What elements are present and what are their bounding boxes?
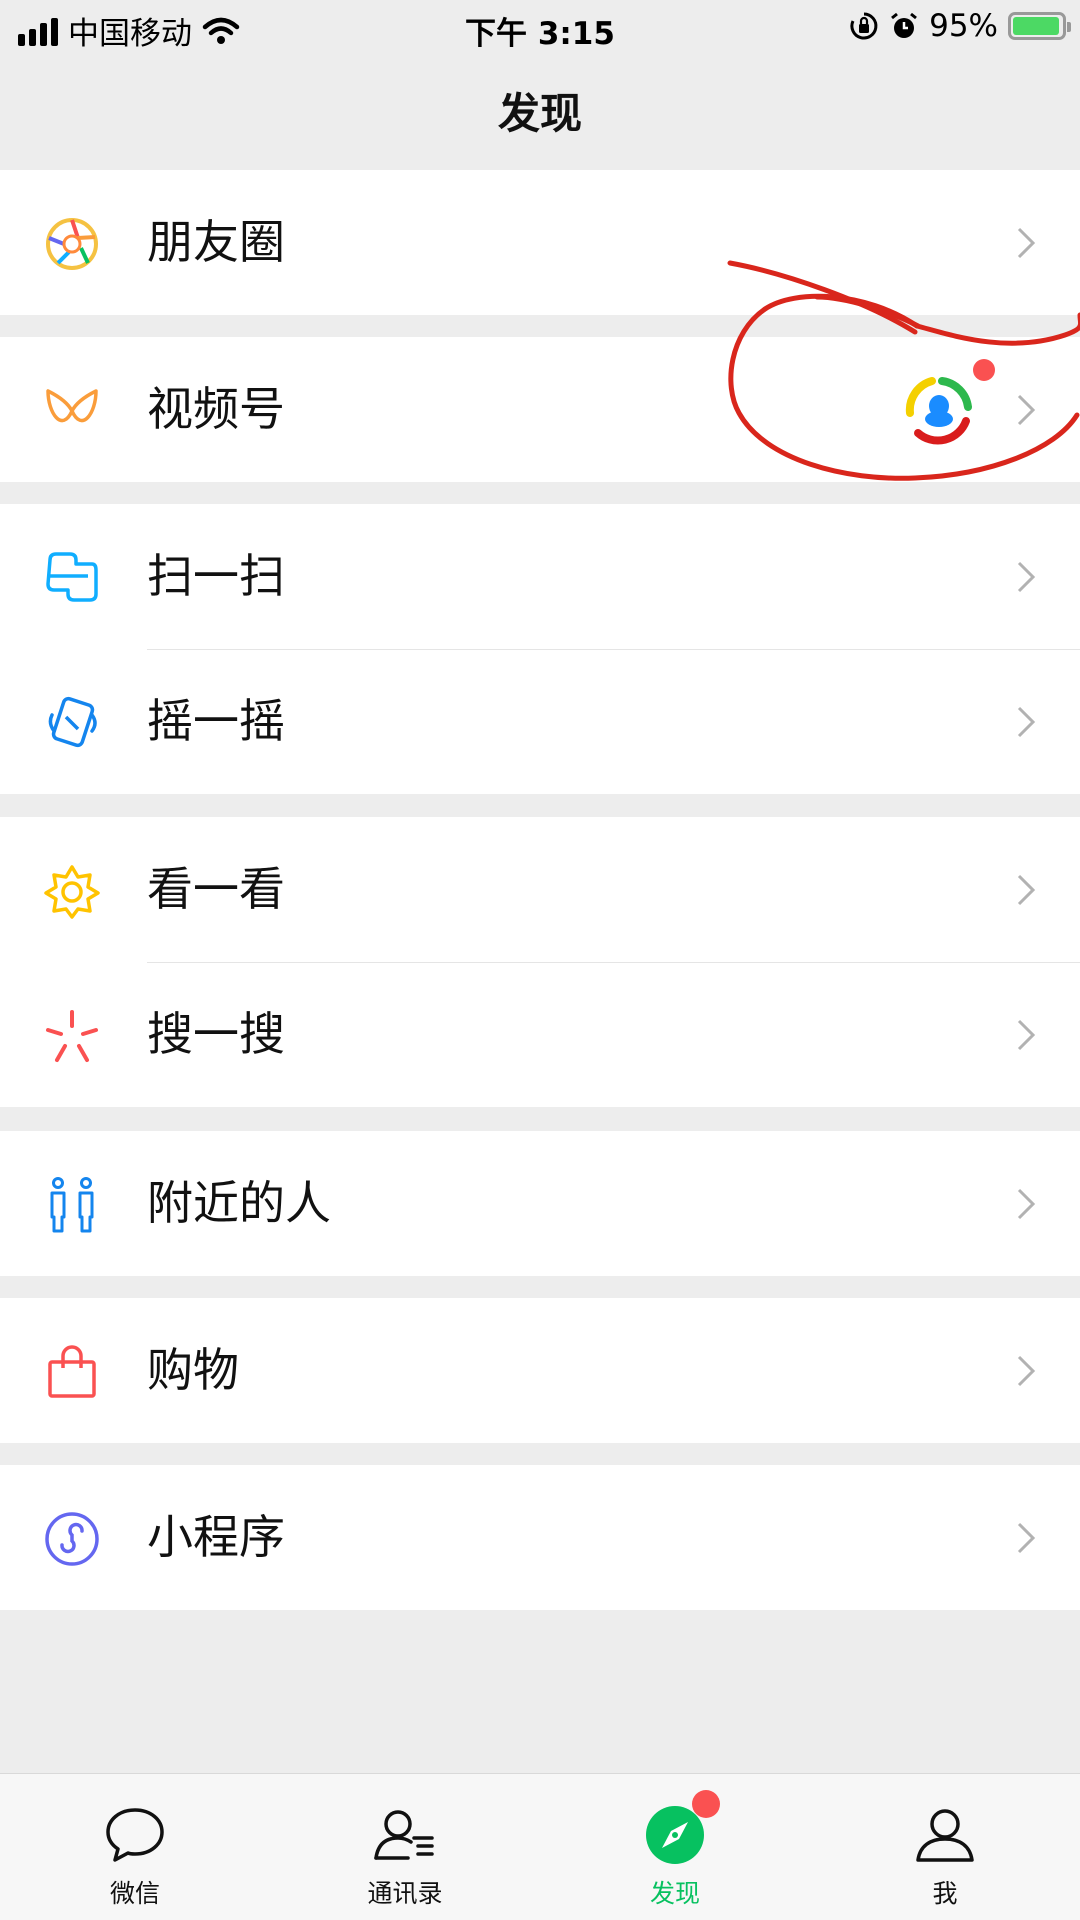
menu-item-scan[interactable]: 扫一扫 [0, 504, 1080, 649]
orientation-lock-icon [850, 12, 878, 40]
status-bar: 中国移动 下午 3:15 95% [0, 0, 1080, 56]
chevron-right-icon [1017, 561, 1036, 593]
discover-screen: 中国移动 下午 3:15 95% 发现 朋友圈 视频号 扫一扫 摇一摇 看一看 … [0, 0, 1080, 1920]
search-icon [46, 1010, 98, 1062]
shake-icon [48, 696, 97, 748]
group-scan-shake: 扫一扫 摇一摇 [0, 504, 1080, 794]
menu-item-search[interactable]: 搜一搜 [0, 962, 1080, 1107]
chevron-right-icon [1017, 394, 1036, 426]
page-title: 发现 [497, 89, 582, 138]
menu-item-label: 摇一摇 [147, 694, 285, 748]
menu-item-label: 朋友圈 [147, 215, 285, 269]
menu-item-moments[interactable]: 朋友圈 [0, 170, 1080, 315]
top-stories-icon [44, 865, 100, 919]
menu-item-label: 看一看 [147, 862, 285, 916]
tab-discover[interactable]: 发现 [540, 1774, 810, 1920]
moments-aperture-icon [46, 218, 98, 270]
menu-item-label: 购物 [147, 1343, 239, 1397]
battery-percent: 95% [929, 8, 998, 44]
chevron-right-icon [1017, 227, 1036, 259]
menu-item-label: 附近的人 [147, 1176, 331, 1230]
menu-item-label: 搜一搜 [147, 1007, 285, 1061]
people-nearby-icon [50, 1177, 94, 1233]
menu-item-top-stories[interactable]: 看一看 [0, 817, 1080, 962]
chevron-right-icon [1017, 1522, 1036, 1554]
menu-item-mini-programs[interactable]: 小程序 [0, 1465, 1080, 1610]
me-icon [916, 1809, 974, 1862]
channel-avatar-icon [905, 377, 972, 445]
chevron-right-icon [1017, 706, 1036, 738]
tab-contacts[interactable]: 通讯录 [270, 1774, 540, 1920]
chat-bubble-icon [106, 1808, 164, 1862]
chevron-right-icon [1017, 1188, 1036, 1220]
menu-item-label: 视频号 [147, 382, 285, 436]
tab-bar: 微信 通讯录 发现 我 [0, 1773, 1080, 1920]
menu-item-shake[interactable]: 摇一摇 [0, 649, 1080, 794]
menu-item-label: 小程序 [147, 1510, 285, 1564]
mini-program-icon [45, 1512, 99, 1566]
tab-label: 通讯录 [367, 1879, 443, 1908]
group-channels: 视频号 [0, 337, 1080, 482]
channels-icon [46, 389, 98, 423]
tab-label: 发现 [649, 1879, 700, 1908]
group-mini-programs: 小程序 [0, 1465, 1080, 1610]
chevron-right-icon [1017, 1355, 1036, 1387]
battery-charging-icon [1008, 12, 1071, 40]
chevron-right-icon [1017, 1019, 1036, 1051]
tab-badge-dot [692, 1790, 720, 1818]
tab-label: 我 [932, 1879, 958, 1908]
tab-label: 微信 [109, 1879, 160, 1908]
menu-item-shopping[interactable]: 购物 [0, 1298, 1080, 1443]
status-right: 95% [849, 8, 1071, 44]
menu-item-people-nearby[interactable]: 附近的人 [0, 1131, 1080, 1276]
tab-me[interactable]: 我 [810, 1774, 1080, 1920]
group-moments: 朋友圈 [0, 170, 1080, 315]
group-stories-search: 看一看 搜一搜 [0, 817, 1080, 1107]
menu-item-label: 扫一扫 [147, 549, 285, 603]
contacts-icon [374, 1810, 434, 1860]
group-shopping: 购物 [0, 1298, 1080, 1443]
scan-icon [46, 552, 98, 602]
alarm-icon [891, 12, 918, 38]
group-nearby: 附近的人 [0, 1131, 1080, 1276]
shopping-bag-icon [48, 1345, 96, 1398]
menu-item-channels[interactable]: 视频号 [0, 337, 1080, 482]
new-badge-dot [973, 359, 995, 381]
tab-chats[interactable]: 微信 [0, 1774, 270, 1920]
chevron-right-icon [1017, 874, 1036, 906]
